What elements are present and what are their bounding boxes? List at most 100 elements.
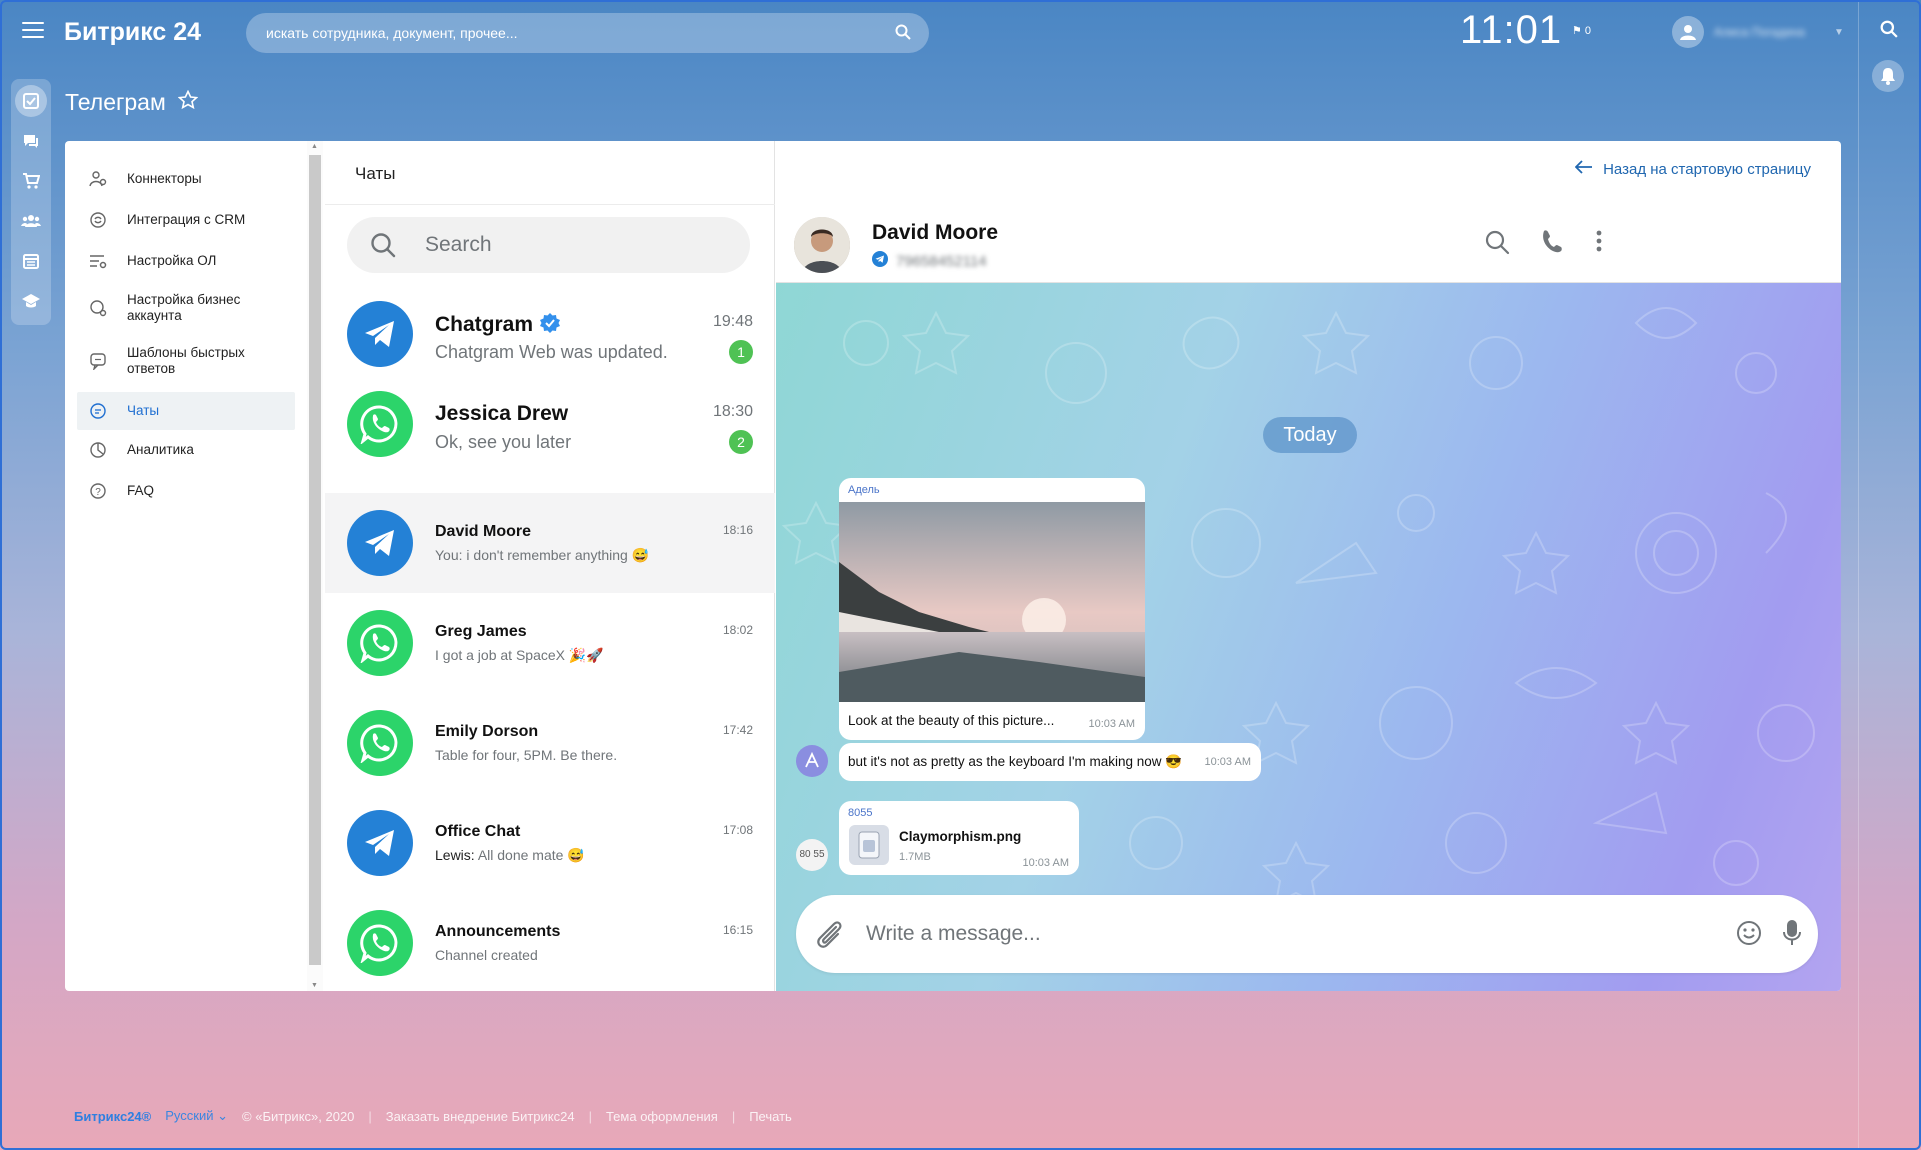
chat-preview: Lewis: All done mate 😅 — [435, 847, 585, 864]
team-icon[interactable] — [19, 209, 43, 233]
nav-item-faq[interactable]: ? FAQ — [77, 475, 295, 507]
chat-row-greg-james[interactable]: Greg James 18:02 I got a job at SpaceX 🎉… — [325, 593, 775, 693]
chat-name: Jessica Drew — [435, 402, 569, 425]
chat-name: Emily Dorson — [435, 723, 539, 740]
top-bar: Битрикс 24 11:01 ⚑ 0 Алиса Погадина ▼ — [0, 0, 1921, 66]
analytics-icon — [87, 439, 109, 461]
nav-item-connectors[interactable]: Коннекторы — [77, 163, 295, 195]
message-input[interactable] — [866, 895, 1666, 973]
page-title: Телеграм — [65, 89, 199, 116]
chat-time: 19:48 — [712, 313, 753, 330]
star-icon[interactable] — [177, 89, 199, 116]
phone-icon[interactable] — [1539, 229, 1563, 260]
chat-preview: You: i don't remember anything 😅 — [435, 547, 649, 564]
chat-time: 18:30 — [712, 403, 753, 420]
conversation-header: David Moore 79658452114 — [776, 205, 1841, 283]
scroll-up-icon[interactable]: ▲ — [311, 143, 318, 150]
nav-item-label: Коннекторы — [127, 171, 202, 186]
copyright-text: © «Битрикс», 2020 — [242, 1108, 355, 1124]
left-toolbar — [11, 79, 51, 325]
nav-item-label: Шаблоны быстрых ответов — [127, 345, 245, 376]
bell-icon[interactable] — [1872, 60, 1904, 92]
sender-avatar[interactable]: 80 55 — [796, 839, 828, 871]
chat-search[interactable] — [347, 217, 750, 273]
calendar-icon[interactable] — [19, 249, 43, 273]
nav-scrollbar[interactable]: ▲ ▼ — [307, 141, 323, 991]
order-link[interactable]: Заказать внедрение Битрикс24 — [386, 1109, 575, 1124]
scroll-down-icon[interactable]: ▼ — [311, 982, 318, 989]
preview-prefix: You: — [435, 547, 463, 563]
telegram-icon — [872, 251, 888, 272]
whatsapp-icon — [347, 910, 413, 976]
chat-row-emily-dorson[interactable]: Emily Dorson 17:42 Table for four, 5PM. … — [325, 693, 775, 793]
clock: 11:01 — [1460, 8, 1563, 52]
nav-item-quick-replies[interactable]: Шаблоны быстрых ответов — [77, 339, 295, 383]
message-text-bubble[interactable]: but it's not as pretty as the keyboard I… — [839, 743, 1261, 781]
education-icon[interactable] — [19, 289, 43, 313]
global-search-input[interactable] — [266, 13, 866, 53]
message-image-bubble[interactable]: Адель Look at the beauty of this picture… — [839, 478, 1145, 740]
back-to-start-link[interactable]: Назад на стартовую страницу — [1574, 160, 1811, 178]
chat-search-input[interactable] — [425, 217, 725, 273]
chat-row-announcements[interactable]: Announcements 16:15 Channel created — [325, 893, 775, 991]
separator: | — [368, 1108, 372, 1124]
global-search[interactable] — [246, 13, 929, 53]
chat-row-jessica-drew[interactable]: Jessica Drew 18:30 Ok, see you later 2 — [325, 384, 775, 484]
menu-icon[interactable] — [22, 22, 44, 40]
avatar[interactable] — [1672, 16, 1704, 48]
flag-counter[interactable]: ⚑ 0 — [1572, 24, 1591, 37]
nav-item-crm[interactable]: Интеграция с CRM — [77, 204, 295, 236]
chat-row-david-moore[interactable]: David Moore 18:16 You: i don't remember … — [325, 493, 775, 593]
whatsapp-icon — [347, 391, 413, 457]
search-icon[interactable] — [1880, 20, 1898, 43]
chat-row-office-chat[interactable]: Office Chat 17:08 Lewis: All done mate 😅 — [325, 793, 775, 893]
footer-logo[interactable]: Битрикс24® — [74, 1109, 151, 1124]
whatsapp-icon — [347, 610, 413, 676]
emoji-icon[interactable] — [1734, 918, 1764, 953]
more-icon[interactable] — [1596, 229, 1602, 258]
file-thumbnail-icon[interactable] — [849, 825, 889, 865]
message-caption: Look at the beauty of this picture... — [848, 713, 1055, 728]
search-icon[interactable] — [1484, 229, 1510, 260]
date-divider: Today — [1263, 417, 1357, 453]
scrollbar-thumb[interactable] — [309, 155, 321, 965]
chat-icon[interactable] — [19, 129, 43, 153]
message-area[interactable]: Today Адель Look at the beauty of this p… — [776, 283, 1841, 991]
nav-item-business-account[interactable]: Настройка бизнес аккаунта — [77, 286, 295, 330]
print-link[interactable]: Печать — [749, 1109, 792, 1124]
file-name[interactable]: Claymorphism.png — [899, 829, 1021, 844]
chats-header: Чаты — [325, 141, 775, 205]
file-size: 1.7MB — [899, 851, 931, 863]
chats-panel: Чаты Chatgram 19:48 Chatgram Web was upd… — [325, 141, 775, 991]
settings-nav: Коннекторы Интеграция с CRM Настройка ОЛ… — [65, 141, 305, 991]
chevron-down-icon[interactable]: ▼ — [1834, 27, 1844, 38]
chat-row-chatgram[interactable]: Chatgram 19:48 Chatgram Web was updated.… — [325, 284, 775, 384]
message-photo[interactable] — [839, 502, 1145, 702]
paperclip-icon[interactable] — [814, 918, 844, 955]
user-name[interactable]: Алиса Погадина — [1714, 25, 1824, 39]
language-selector[interactable]: Русский ⌄ — [165, 1108, 228, 1124]
separator: | — [588, 1108, 592, 1124]
message-time: 10:03 AM — [1022, 857, 1069, 869]
nav-item-chats[interactable]: Чаты — [77, 392, 295, 430]
user-menu[interactable]: Алиса Погадина ▼ — [1672, 16, 1844, 48]
preview-prefix: Lewis: — [435, 847, 475, 863]
search-icon[interactable] — [895, 24, 911, 45]
app-logo[interactable]: Битрикс 24 — [64, 18, 201, 47]
nav-item-analytics[interactable]: Аналитика — [77, 434, 295, 466]
microphone-icon[interactable] — [1782, 918, 1802, 953]
contact-avatar[interactable] — [794, 217, 850, 273]
tasks-icon[interactable] — [15, 85, 47, 117]
message-file-bubble[interactable]: 8055 Claymorphism.png 1.7MB 10:03 AM — [839, 801, 1079, 875]
chat-time: 17:42 — [722, 723, 753, 737]
whatsapp-icon — [347, 710, 413, 776]
chat-preview: Ok, see you later — [435, 432, 572, 452]
cart-icon[interactable] — [19, 169, 43, 193]
nav-item-ol-settings[interactable]: Настройка ОЛ — [77, 245, 295, 277]
chats-title: Чаты — [355, 164, 396, 183]
theme-link[interactable]: Тема оформления — [606, 1109, 718, 1124]
sender-avatar[interactable] — [796, 745, 828, 777]
search-icon[interactable] — [369, 231, 397, 264]
chat-preview: Chatgram Web was updated. — [435, 342, 668, 362]
message-text: but it's not as pretty as the keyboard I… — [848, 754, 1183, 769]
